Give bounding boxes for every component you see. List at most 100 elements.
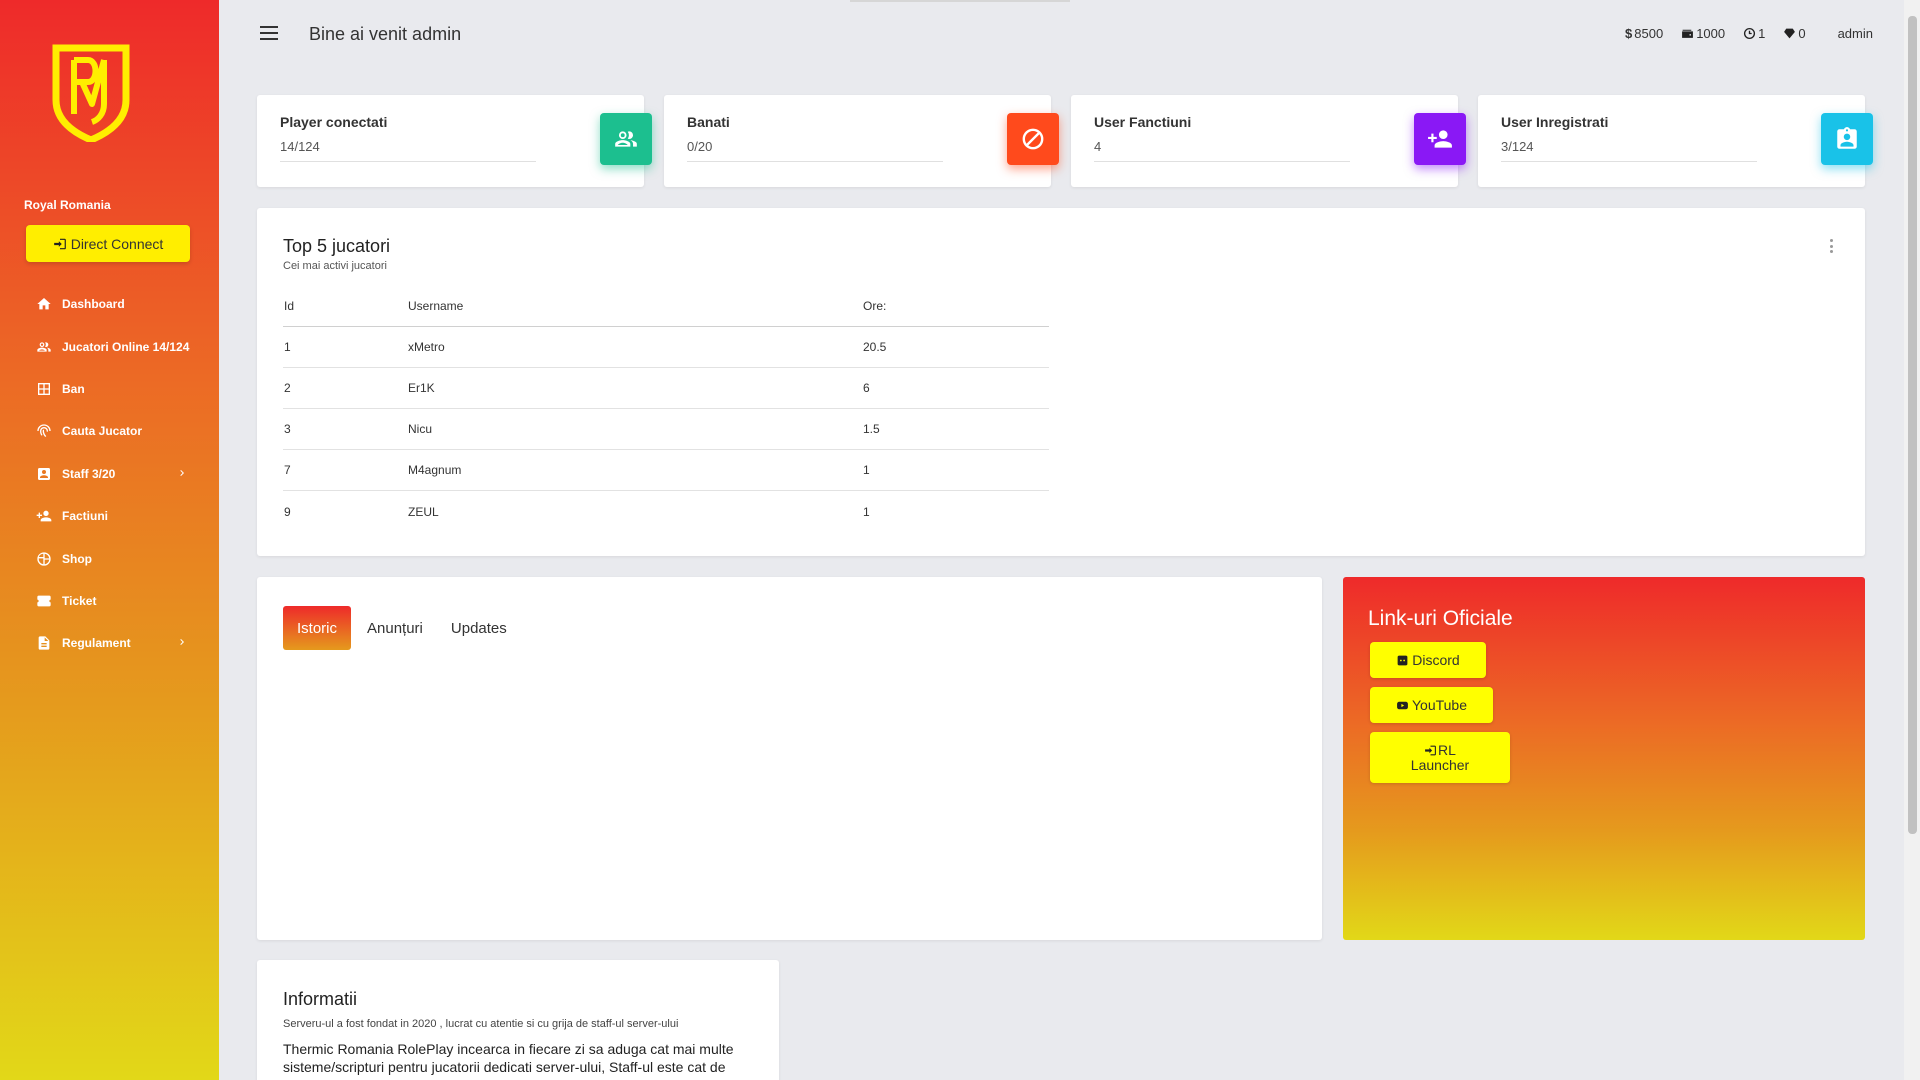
card-value: 14/124: [280, 139, 536, 162]
card-value: 4: [1094, 139, 1350, 162]
stat-card-players: Player conectati 14/124: [257, 95, 652, 187]
time-value: 1: [1758, 26, 1766, 41]
hamburger-menu-icon[interactable]: [260, 26, 278, 40]
table-row: 7 M4agnum 1: [283, 450, 1049, 491]
time-stat: 1: [1743, 26, 1765, 41]
launcher-line-1: RL: [1424, 741, 1456, 758]
top5-table: Id Username Ore: 1 xMetro 20.5 2 Er1K 6 …: [283, 286, 1049, 532]
top5-subtitle: Cei mai activi jucatori: [283, 260, 387, 272]
column-header-username: Username: [408, 299, 464, 313]
more-vert-icon[interactable]: [1830, 239, 1834, 253]
stat-card-inregistrati: User Inregistrati 3/124: [1478, 95, 1873, 187]
youtube-button[interactable]: YouTube: [1370, 687, 1493, 723]
column-header-ore: Ore:: [863, 299, 887, 313]
cards-stat: 1000: [1681, 26, 1725, 41]
cell-ore: 1: [863, 504, 870, 519]
header: Bine ai venit admin $ 8500 1000 1 0 admi…: [219, 0, 1920, 70]
sidebar-item-label: Staff 3/20: [62, 466, 116, 481]
table-row: 9 ZEUL 1: [283, 491, 1049, 532]
login-icon: [53, 238, 66, 249]
cell-id: 1: [284, 340, 291, 354]
document-icon: [38, 636, 50, 650]
launcher-label-2: Launcher: [1410, 756, 1470, 773]
discord-label: Discord: [1412, 651, 1460, 668]
fingerprint-icon: [37, 424, 51, 438]
chevron-right-icon: [180, 469, 184, 476]
direct-connect-label: Direct Connect: [70, 235, 164, 252]
cell-id: 9: [284, 504, 291, 519]
tab-bar: Istoric Anunțuri Updates: [283, 606, 521, 650]
clock-icon: [1744, 27, 1756, 40]
official-links-card: Link-uri Oficiale Discord YouTube RL Lau…: [1343, 577, 1865, 940]
table-row: 1 xMetro 20.5: [283, 327, 1049, 368]
info-card: Informatii Serveru-ul a fost fondat in 2…: [257, 960, 779, 1080]
brand-name: Royal Romania: [24, 198, 111, 212]
globe-icon: [37, 551, 51, 566]
diamond-stat: 0: [1783, 26, 1806, 41]
diamond-value: 0: [1798, 26, 1806, 41]
sidebar-item-label: Cauta Jucator: [62, 424, 143, 439]
news-tabs-card: Istoric Anunțuri Updates: [257, 577, 1322, 940]
cell-username: xMetro: [408, 340, 445, 354]
sidebar-item-shop[interactable]: Shop: [0, 537, 219, 579]
links-title: Link-uri Oficiale: [1368, 607, 1513, 630]
tab-anunturi[interactable]: Anunțuri: [353, 606, 437, 650]
tab-istoric[interactable]: Istoric: [283, 606, 352, 650]
sidebar-item-cauta-jucator[interactable]: Cauta Jucator: [0, 410, 219, 452]
sidebar-item-staff[interactable]: Staff 3/20: [0, 453, 219, 495]
sidebar-item-ban[interactable]: Ban: [0, 368, 219, 410]
sidebar-item-factiuni[interactable]: Factiuni: [0, 495, 219, 537]
column-header-id: Id: [284, 299, 295, 313]
rl-launcher-button[interactable]: RL Launcher: [1370, 732, 1510, 783]
cell-ore: 1.5: [863, 422, 880, 436]
user-menu[interactable]: admin: [1838, 26, 1873, 41]
stat-card-banati: Banati 0/20: [664, 95, 1059, 187]
tab-updates[interactable]: Updates: [437, 606, 521, 650]
sidebar-nav: Dashboard Jucatori Online 14/124 Ban Cau…: [0, 283, 219, 665]
scrollbar-thumb[interactable]: [1908, 16, 1917, 834]
people-icon: [37, 341, 51, 352]
table-row: 3 Nicu 1.5: [283, 409, 1049, 450]
diamond-icon: [1784, 28, 1796, 39]
login-icon: [1425, 745, 1436, 755]
dollar-icon: $: [1625, 26, 1633, 41]
cell-username: Nicu: [408, 422, 433, 436]
card-title: User Inregistrati: [1501, 114, 1609, 130]
cell-username: M4agnum: [408, 463, 462, 477]
money-value: 8500: [1634, 26, 1664, 41]
badge-icon: [38, 467, 50, 480]
royal-romania-logo[interactable]: [52, 44, 130, 142]
card-title: User Fanctiuni: [1094, 114, 1192, 130]
youtube-icon: [1397, 701, 1408, 709]
sidebar-item-label: Jucatori Online 14/124: [62, 339, 190, 354]
sidebar-item-label: Regulament: [62, 636, 131, 651]
cell-username: Er1K: [408, 381, 435, 395]
sidebar-item-regulament[interactable]: Regulament: [0, 622, 219, 664]
discord-button[interactable]: Discord: [1370, 642, 1486, 678]
youtube-label: YouTube: [1411, 696, 1467, 713]
cell-id: 3: [284, 422, 291, 436]
direct-connect-button[interactable]: Direct Connect: [26, 225, 190, 262]
info-title: Informatii: [283, 989, 358, 1009]
cell-username: ZEUL: [408, 504, 439, 519]
chevron-right-icon: [180, 639, 184, 646]
table-row: 2 Er1K 6: [283, 368, 1049, 409]
sidebar-item-label: Ban: [62, 381, 85, 396]
card-value: 3/124: [1501, 139, 1757, 162]
page-scrollbar[interactable]: [1904, 0, 1920, 1080]
person-add-icon: [36, 510, 52, 522]
sidebar-item-dashboard[interactable]: Dashboard: [0, 283, 219, 325]
wallet-icon: [1682, 29, 1694, 38]
money-stat: $ 8500: [1625, 26, 1663, 41]
cell-id: 7: [284, 463, 291, 477]
sidebar-item-ticket[interactable]: Ticket: [0, 580, 219, 622]
block-icon: [1007, 113, 1059, 165]
person-add-icon: [1414, 113, 1466, 165]
welcome-text: Bine ai venit admin: [309, 24, 462, 44]
launcher-label-1: RL: [1438, 741, 1456, 758]
sidebar-item-label: Factiuni: [62, 509, 109, 524]
table-header: Id Username Ore:: [283, 286, 1049, 327]
sidebar-item-jucatori-online[interactable]: Jucatori Online 14/124: [0, 325, 219, 367]
cell-id: 2: [284, 381, 291, 395]
home-icon: [37, 298, 51, 310]
